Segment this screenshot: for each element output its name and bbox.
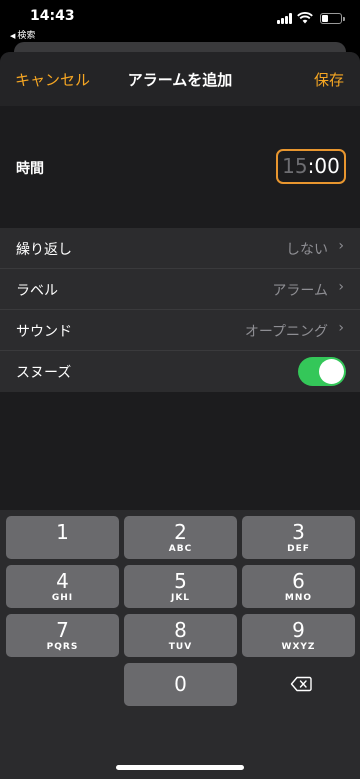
key-9[interactable]: 9 WXYZ [242, 614, 355, 657]
key-number: 4 [56, 569, 69, 593]
key-number: 9 [292, 618, 305, 642]
page-title: アラームを追加 [127, 71, 233, 89]
sound-value: オープニング [244, 324, 328, 340]
label-row[interactable]: ラベル アラーム › [0, 269, 360, 310]
save-button[interactable]: 保存 [314, 69, 344, 90]
key-letters: JKL [170, 593, 191, 603]
key-letters: WXYZ [281, 642, 316, 652]
key-number: 8 [174, 618, 187, 642]
key-number: 7 [56, 618, 69, 642]
settings-list: 繰り返し しない › ラベル アラーム › サウンド オープニング › スヌーズ [0, 228, 360, 392]
key-2[interactable]: 2 ABC [124, 516, 237, 559]
key-number: 5 [174, 569, 187, 593]
label-value: アラーム [272, 283, 328, 299]
toggle-knob [319, 359, 344, 384]
time-row: 時間 15:00 [0, 112, 360, 220]
battery-icon [320, 13, 345, 24]
key-letters: ABC [168, 544, 193, 554]
time-hours: 15 [282, 154, 308, 178]
repeat-label: 繰り返し [16, 242, 72, 258]
repeat-row[interactable]: 繰り返し しない › [0, 228, 360, 269]
key-letters: TUV [168, 642, 193, 652]
snooze-toggle[interactable] [298, 357, 346, 386]
chevron-right-icon: › [338, 320, 344, 336]
snooze-label: スヌーズ [16, 365, 72, 381]
key-number: 6 [292, 569, 305, 593]
key-3[interactable]: 3 DEF [242, 516, 355, 559]
label-label: ラベル [16, 283, 58, 299]
wifi-icon [297, 12, 313, 24]
sound-label: サウンド [16, 324, 72, 340]
key-4[interactable]: 4 GHI [6, 565, 119, 608]
chevron-right-icon: › [338, 279, 344, 295]
key-1[interactable]: 1 [6, 516, 119, 559]
back-triangle-icon: ◀ [10, 32, 16, 40]
snooze-row: スヌーズ [0, 351, 360, 392]
status-time: 14:43 [30, 8, 75, 24]
chevron-right-icon: › [338, 238, 344, 254]
key-letters: GHI [51, 593, 74, 603]
key-letters: MNO [284, 593, 313, 603]
delete-backspace-icon[interactable] [290, 676, 312, 692]
back-to-app[interactable]: ◀ 検索 [10, 28, 35, 41]
back-app-label: 検索 [17, 31, 36, 41]
numeric-keypad: 1 2 ABC 3 DEF 4 GHI 5 JKL 6 MNO 7 PQRS 8 TUV 9W… [0, 510, 360, 779]
cellular-signal-icon [277, 13, 293, 24]
key-letters: PQRS [46, 642, 79, 652]
time-input[interactable]: 15:00 [276, 149, 346, 184]
key-number: 3 [292, 520, 305, 544]
key-7[interactable]: 7 PQRS [6, 614, 119, 657]
time-label: 時間 [16, 161, 44, 177]
time-minutes: 00 [314, 154, 340, 178]
key-number: 0 [174, 672, 187, 696]
key-letters: DEF [287, 544, 310, 554]
status-bar: 14:43 ◀ 検索 [0, 0, 360, 44]
nav-bar: キャンセル アラームを追加 保存 [0, 52, 360, 106]
key-number: 1 [56, 520, 69, 544]
key-number: 2 [174, 520, 187, 544]
key-0[interactable]: 0 [124, 663, 237, 706]
repeat-value: しない [286, 242, 328, 258]
home-indicator[interactable] [116, 765, 244, 770]
sound-row[interactable]: サウンド オープニング › [0, 310, 360, 351]
key-8[interactable]: 8 TUV [124, 614, 237, 657]
key-5[interactable]: 5 JKL [124, 565, 237, 608]
key-6[interactable]: 6 MNO [242, 565, 355, 608]
